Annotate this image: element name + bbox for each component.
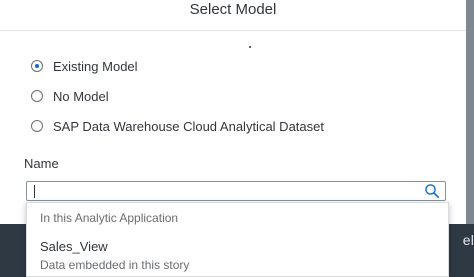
decorative-dot bbox=[249, 46, 251, 48]
radio-label: SAP Data Warehouse Cloud Analytical Data… bbox=[53, 118, 324, 134]
dropdown-item-sales-view[interactable]: Sales_View Data embedded in this story bbox=[27, 233, 448, 277]
radio-button[interactable] bbox=[31, 90, 43, 102]
select-model-dialog: Select Model Existing Model No Model SAP… bbox=[0, 0, 466, 224]
dropdown-item-description: Data embedded in this story bbox=[40, 258, 190, 272]
name-label: Name bbox=[24, 156, 59, 171]
search-icon[interactable] bbox=[424, 183, 440, 199]
radio-no-model[interactable]: No Model bbox=[31, 86, 109, 106]
radio-button[interactable] bbox=[31, 60, 43, 72]
dropdown-item-title: Sales_View bbox=[40, 239, 108, 254]
radio-dwc-dataset[interactable]: SAP Data Warehouse Cloud Analytical Data… bbox=[31, 116, 324, 136]
text-caret bbox=[34, 185, 35, 198]
radio-label: No Model bbox=[53, 88, 109, 104]
name-input[interactable] bbox=[31, 183, 421, 199]
name-search-field[interactable] bbox=[26, 181, 446, 201]
suggestions-dropdown: In this Analytic Application Sales_View … bbox=[26, 202, 449, 277]
radio-button[interactable] bbox=[31, 120, 43, 132]
dialog-title: Select Model bbox=[189, 1, 277, 18]
background-button-label: el bbox=[462, 232, 474, 248]
radio-label: Existing Model bbox=[53, 58, 138, 74]
radio-existing-model[interactable]: Existing Model bbox=[31, 56, 138, 76]
dialog-header: Select Model bbox=[0, 0, 466, 31]
dropdown-group-header: In this Analytic Application bbox=[40, 211, 179, 225]
page: el Select Model Existing Model No Model … bbox=[0, 0, 474, 277]
